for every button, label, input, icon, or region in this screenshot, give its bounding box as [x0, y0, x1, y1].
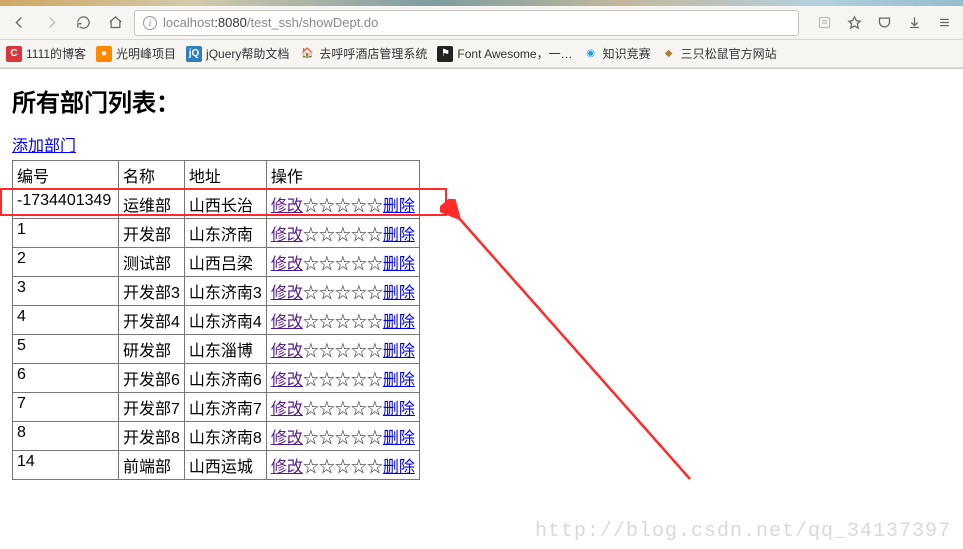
home-button[interactable] [102, 10, 128, 36]
favicon-icon: ⚑ [437, 46, 453, 62]
table-row: 5研发部山东淄博修改☆☆☆☆☆删除 [13, 335, 420, 364]
page-content: 所有部门列表： 添加部门 编号 名称 地址 操作 -1734401349运维部山… [0, 69, 963, 494]
address-bar[interactable]: i localhost:8080/test_ssh/showDept.do [134, 10, 799, 36]
site-info-icon[interactable]: i [143, 16, 157, 30]
table-row: 6开发部6山东济南6修改☆☆☆☆☆删除 [13, 364, 420, 393]
modify-link[interactable]: 修改 [271, 343, 303, 360]
table-row: 7开发部7山东济南7修改☆☆☆☆☆删除 [13, 393, 420, 422]
delete-link[interactable]: 删除 [383, 256, 415, 273]
delete-link[interactable]: 删除 [383, 459, 415, 476]
delete-link[interactable]: 删除 [383, 401, 415, 418]
delete-link[interactable]: 删除 [383, 372, 415, 389]
table-row: 14前端部山西运城修改☆☆☆☆☆删除 [13, 451, 420, 480]
favicon-icon: 🏠 [299, 46, 315, 62]
bookmark-item[interactable]: ◉知识竞赛 [583, 45, 651, 62]
browser-chrome: i localhost:8080/test_ssh/showDept.do C1… [0, 0, 963, 69]
header-addr: 地址 [184, 161, 266, 190]
reader-mode-icon[interactable] [811, 10, 837, 36]
table-row: 3开发部3山东济南3修改☆☆☆☆☆删除 [13, 277, 420, 306]
department-table: 编号 名称 地址 操作 -1734401349运维部山西长治修改☆☆☆☆☆删除 … [12, 160, 420, 480]
table-row: -1734401349运维部山西长治修改☆☆☆☆☆删除 [13, 190, 420, 219]
header-id: 编号 [13, 161, 119, 190]
table-row: 2测试部山西吕梁修改☆☆☆☆☆删除 [13, 248, 420, 277]
modify-link[interactable]: 修改 [271, 430, 303, 447]
url-port: :8080 [214, 15, 247, 30]
table-row: 8开发部8山东济南8修改☆☆☆☆☆删除 [13, 422, 420, 451]
table-row: 4开发部4山东济南4修改☆☆☆☆☆删除 [13, 306, 420, 335]
delete-link[interactable]: 删除 [383, 430, 415, 447]
modify-link[interactable]: 修改 [271, 372, 303, 389]
modify-link[interactable]: 修改 [271, 285, 303, 302]
table-row: 1开发部山东济南修改☆☆☆☆☆删除 [13, 219, 420, 248]
pocket-icon[interactable] [871, 10, 897, 36]
bookmark-item[interactable]: C1111的博客 [6, 45, 86, 62]
delete-link[interactable]: 删除 [383, 343, 415, 360]
url-host: localhost [163, 15, 214, 30]
bookmarks-bar: C1111的博客 ●光明峰项目 jQjQuery帮助文档 🏠去呼呼酒店管理系统 … [0, 40, 963, 68]
bookmark-item[interactable]: ◆三只松鼠官方网站 [661, 45, 777, 62]
annotation-arrow [440, 199, 710, 499]
delete-link[interactable]: 删除 [383, 198, 415, 215]
favicon-icon: C [6, 46, 22, 62]
modify-link[interactable]: 修改 [271, 198, 303, 215]
menu-icon[interactable] [931, 10, 957, 36]
modify-link[interactable]: 修改 [271, 256, 303, 273]
add-department-link[interactable]: 添加部门 [12, 138, 76, 155]
delete-link[interactable]: 删除 [383, 314, 415, 331]
navigation-bar: i localhost:8080/test_ssh/showDept.do [0, 6, 963, 40]
header-name: 名称 [119, 161, 185, 190]
back-button[interactable] [6, 10, 32, 36]
page-title: 所有部门列表： [12, 83, 951, 118]
delete-link[interactable]: 删除 [383, 227, 415, 244]
bookmark-item[interactable]: 🏠去呼呼酒店管理系统 [299, 45, 427, 62]
reload-button[interactable] [70, 10, 96, 36]
header-op: 操作 [266, 161, 419, 190]
forward-button[interactable] [38, 10, 64, 36]
delete-link[interactable]: 删除 [383, 285, 415, 302]
url-path: /test_ssh/showDept.do [247, 15, 379, 30]
watermark: http://blog.csdn.net/qq_34137397 [535, 520, 951, 543]
bookmark-item[interactable]: ●光明峰项目 [96, 45, 176, 62]
bookmark-star-icon[interactable] [841, 10, 867, 36]
modify-link[interactable]: 修改 [271, 227, 303, 244]
table-header-row: 编号 名称 地址 操作 [13, 161, 420, 190]
favicon-icon: jQ [186, 46, 202, 62]
modify-link[interactable]: 修改 [271, 459, 303, 476]
favicon-icon: ◉ [583, 46, 599, 62]
favicon-icon: ◆ [661, 46, 677, 62]
bookmark-item[interactable]: ⚑Font Awesome，一… [437, 45, 572, 62]
downloads-icon[interactable] [901, 10, 927, 36]
favicon-icon: ● [96, 46, 112, 62]
modify-link[interactable]: 修改 [271, 314, 303, 331]
bookmark-item[interactable]: jQjQuery帮助文档 [186, 45, 289, 62]
modify-link[interactable]: 修改 [271, 401, 303, 418]
